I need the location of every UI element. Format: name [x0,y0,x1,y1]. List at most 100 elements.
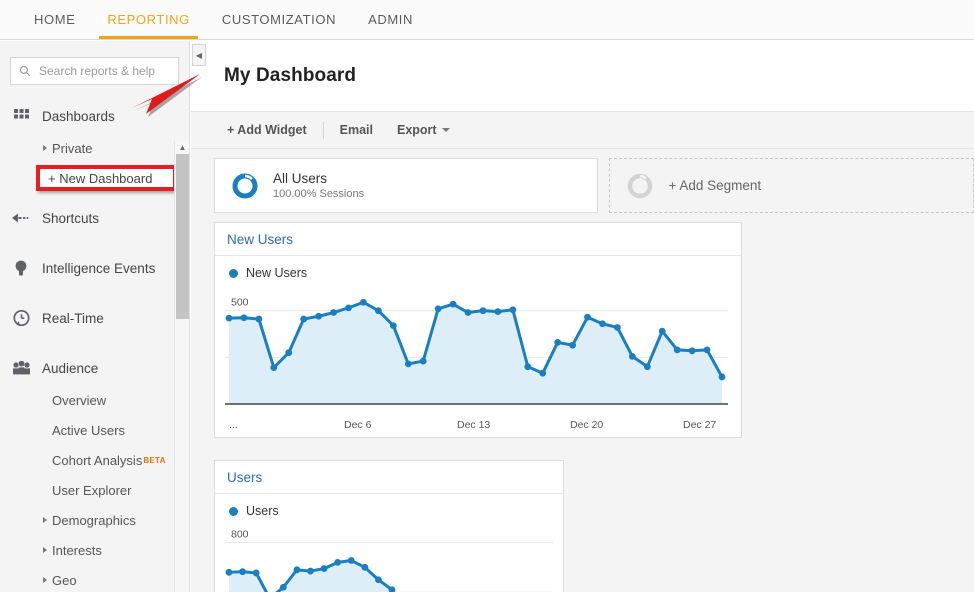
grid-icon [8,108,34,124]
sidebar-item-private-label: Private [52,140,93,156]
chevron-right-icon [43,547,47,553]
people-icon [8,361,34,375]
chart-users: 400800 [215,520,563,592]
widget-users-header: Users [215,461,563,494]
chevron-down-icon [441,128,450,132]
widgets-grid: New Users New Users 250500 ... Dec 6 Dec… [191,222,974,592]
lightbulb-icon [8,260,34,277]
segment-all-users-title: All Users [273,171,328,186]
svg-text:800: 800 [231,528,249,540]
clock-icon [8,309,34,327]
xtick-1: Dec 6 [344,419,372,431]
dashboard-header: My Dashboard [191,41,974,111]
sidebar-scrollbar-thumb[interactable] [176,154,189,319]
xtick-0: ... [229,419,238,431]
chart-new-users: 250500 [215,282,741,419]
page-title: My Dashboard [224,65,357,86]
top-navigation-bar: HOME REPORTING CUSTOMIZATION ADMIN [0,0,974,40]
sidebar-item-demographics[interactable]: Demographics [0,505,189,535]
sidebar-item-overview[interactable]: Overview [0,385,189,415]
chevron-right-icon [43,145,47,151]
sidebar-scrollbar[interactable]: ▲ ▼ [174,141,189,592]
nav-tab-home[interactable]: HOME [18,0,91,39]
sidebar-item-cohort-analysis[interactable]: Cohort Analysis BETA [0,445,189,475]
chart-new-users-xaxis: ... Dec 6 Dec 13 Dec 20 Dec 27 [215,419,741,437]
sidebar-section-dashboards: Dashboards Private + New Dashboard [0,99,189,191]
sidebar-item-geo[interactable]: Geo [0,565,189,592]
svg-text:500: 500 [231,297,249,309]
segment-donut-icon [232,173,258,198]
search-box[interactable] [10,57,189,85]
email-label: Email [339,123,373,137]
widget-users-legend: Users [215,494,563,520]
main-content: My Dashboard + Add Widget Email Export A… [191,41,974,592]
xtick-2: Dec 13 [457,419,491,431]
nav-tab-admin[interactable]: ADMIN [352,0,429,39]
widget-new-users-title[interactable]: New Users [227,232,293,247]
export-label: Export [397,123,437,137]
sidebar-item-demographics-label: Demographics [52,512,136,528]
segment-all-users[interactable]: All Users 100.00% Sessions [214,158,599,213]
add-segment-label: + Add Segment [668,178,762,193]
sidebar-item-new-dashboard[interactable]: + New Dashboard [36,165,177,191]
sidebar-item-real-time-label: Real-Time [42,310,104,326]
sidebar-item-user-explorer[interactable]: User Explorer [0,475,189,505]
sidebar-item-user-explorer-label: User Explorer [52,482,132,498]
sidebar-item-intelligence-events[interactable]: Intelligence Events [0,251,189,285]
sidebar-item-real-time[interactable]: Real-Time [0,301,189,335]
collapse-sidebar-button[interactable]: ◀ [192,44,206,66]
arrow-dashed-icon [8,212,34,224]
legend-new-users-label: New Users [246,266,308,280]
segments-row: All Users 100.00% Sessions + Add Segment [191,149,974,222]
sidebar-item-interests-label: Interests [52,542,102,558]
legend-marker-icon [229,268,238,278]
sidebar-item-audience-label: Audience [42,360,99,376]
sidebar: Dashboards Private + New Dashboard Short… [0,41,190,592]
add-segment-button[interactable]: + Add Segment [609,158,974,213]
toolbar-divider [322,121,324,139]
chart-new-users-canvas: 250500 [225,297,728,405]
widget-new-users: New Users New Users 250500 ... Dec 6 Dec… [214,222,742,438]
sidebar-item-private[interactable]: Private [0,133,189,163]
nav-tab-customization[interactable]: CUSTOMIZATION [206,0,352,39]
search-icon [19,65,31,77]
add-widget-label: + Add Widget [227,123,307,137]
search-input[interactable] [37,63,189,79]
nav-tab-admin-label: ADMIN [368,12,413,27]
beta-badge: BETA [143,455,166,465]
legend-users-label: Users [246,504,279,518]
widget-new-users-header: New Users [215,223,741,256]
sidebar-item-shortcuts[interactable]: Shortcuts [0,201,189,235]
add-segment-donut-icon [628,173,653,198]
widget-users-title[interactable]: Users [227,470,262,485]
segment-all-users-subtitle: 100.00% Sessions [273,188,365,200]
sidebar-item-geo-label: Geo [52,572,77,588]
chevron-right-icon [43,517,47,523]
sidebar-item-new-dashboard-label: + New Dashboard [48,170,153,186]
chevron-right-icon [43,577,47,583]
dashboard-toolbar: + Add Widget Email Export [191,111,974,149]
xtick-3: Dec 20 [570,419,604,431]
nav-tab-home-label: HOME [34,12,76,27]
sidebar-item-overview-label: Overview [52,392,107,408]
widget-users: Users Users 400800 ... Dec 6 [214,460,564,592]
nav-tab-reporting[interactable]: REPORTING [91,0,205,39]
add-widget-button[interactable]: + Add Widget [215,123,319,137]
sidebar-item-audience[interactable]: Audience [0,351,189,385]
nav-tab-reporting-label: REPORTING [107,12,190,27]
chart-users-canvas: 400800 [225,528,553,592]
sidebar-item-dashboards-label: Dashboards [42,108,115,124]
widget-new-users-legend: New Users [215,256,741,282]
email-button[interactable]: Email [328,123,385,137]
sidebar-item-active-users-label: Active Users [52,422,125,438]
sidebar-item-dashboards[interactable]: Dashboards [0,99,189,133]
sidebar-item-active-users[interactable]: Active Users [0,415,189,445]
sidebar-item-intelligence-events-label: Intelligence Events [42,260,156,276]
xtick-4: Dec 27 [683,419,717,431]
sidebar-item-shortcuts-label: Shortcuts [42,210,100,226]
export-button[interactable]: Export [385,123,462,137]
sidebar-item-interests[interactable]: Interests [0,535,189,565]
legend-marker-icon [229,506,238,516]
nav-tab-customization-label: CUSTOMIZATION [221,12,337,27]
scroll-up-icon[interactable]: ▲ [175,141,189,154]
